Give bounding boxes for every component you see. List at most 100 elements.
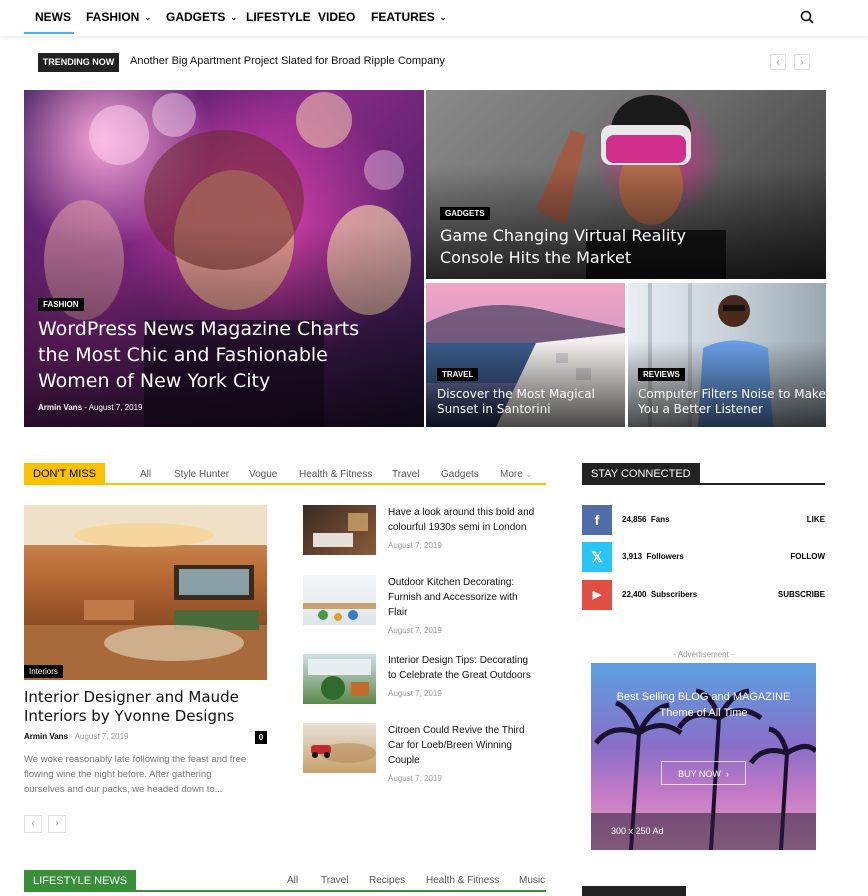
hero-category-badge[interactable]: GADGETS xyxy=(440,207,490,220)
social-row-facebook[interactable]: f 24,856 Fans LIKE xyxy=(582,505,825,537)
social-count-unit: Fans xyxy=(650,515,670,524)
nav-item-label: NEWS xyxy=(35,10,71,24)
social-row-youtube[interactable]: ▶ 22,400 Subscribers SUBSCRIBE xyxy=(582,580,825,612)
nav-item-video[interactable]: VIDEO xyxy=(318,0,355,34)
dont-miss-next-button[interactable]: › xyxy=(48,815,66,833)
dont-miss-main-title[interactable]: Interior Designer and Maude Interiors by… xyxy=(24,688,264,726)
advertisement-banner[interactable]: Best Selling BLOG and MAGAZINE Theme of … xyxy=(591,663,816,850)
filter-health-fitness[interactable]: Health & Fitness xyxy=(299,469,372,480)
filter-all[interactable]: All xyxy=(140,469,151,480)
hero-tile-travel[interactable]: TRAVEL Discover the Most Magical Sunset … xyxy=(426,283,625,427)
filter-more[interactable]: More ⌄ xyxy=(500,469,532,480)
dont-miss-category-badge[interactable]: Interiors xyxy=(24,665,63,678)
kitchen-thumbnail xyxy=(303,603,376,621)
social-count: 24,856 Fans xyxy=(622,515,670,524)
lifestyle-news-label: LIFESTYLE NEWS xyxy=(24,870,137,892)
filter-gadgets[interactable]: Gadgets xyxy=(441,469,479,480)
hero-title[interactable]: WordPress News Magazine Charts the Most … xyxy=(38,316,359,394)
excerpt-line: ourselves and our packs, we headed down … xyxy=(24,784,223,795)
list-item-title[interactable]: Citroen Could Revive the Third Car for L… xyxy=(388,723,548,768)
like-button[interactable]: LIKE xyxy=(807,515,825,524)
filter-recipes[interactable]: Recipes xyxy=(369,875,405,886)
list-item-thumbnail[interactable] xyxy=(303,505,376,555)
list-item-title[interactable]: Interior Design Tips: Decorating to Cele… xyxy=(388,653,548,683)
nav-item-news[interactable]: NEWS xyxy=(35,0,71,34)
hero-title[interactable]: Computer Filters Noise to Make You a Bet… xyxy=(638,387,826,417)
nav-item-features[interactable]: FEATURES ⌄ xyxy=(371,0,446,34)
list-item-date: August 7, 2019 xyxy=(388,626,442,635)
trending-prev-button[interactable]: ‹ xyxy=(770,54,786,70)
active-indicator xyxy=(24,32,74,34)
subscribe-button[interactable]: SUBSCRIBE xyxy=(778,590,825,599)
list-item-title[interactable]: Have a look around this bold and colourf… xyxy=(388,505,548,535)
filter-style-hunter[interactable]: Style Hunter xyxy=(174,469,229,480)
hero-title-line: Computer Filters Noise to Make xyxy=(638,387,826,401)
chevron-down-icon: ⌄ xyxy=(525,470,533,479)
nav-item-lifestyle[interactable]: LIFESTYLE xyxy=(246,0,311,34)
title-line: Interior Design Tips: Decorating xyxy=(388,655,529,666)
title-line: colourful 1930s semi in London xyxy=(388,522,527,533)
list-item-title[interactable]: Outdoor Kitchen Decorating: Furnish and … xyxy=(388,575,548,620)
dont-miss-main-image[interactable]: Interiors xyxy=(24,505,267,680)
trending-next-button[interactable]: › xyxy=(794,54,810,70)
dont-miss-label: DON'T MISS xyxy=(24,463,106,485)
hero-category-badge[interactable]: REVIEWS xyxy=(638,368,685,381)
social-row-x[interactable]: 𝕏 3,913 Followers FOLLOW xyxy=(582,542,825,574)
filter-all[interactable]: All xyxy=(287,875,298,886)
title-line: Furnish and Accessorize with xyxy=(388,592,518,603)
chevron-right-icon: › xyxy=(725,769,729,779)
x-icon[interactable]: 𝕏 xyxy=(582,542,612,572)
list-item-thumbnail[interactable] xyxy=(303,654,376,704)
ad-subheadline: Theme of All Time xyxy=(659,707,748,719)
social-count-unit: Followers xyxy=(646,552,684,561)
hero-title[interactable]: Game Changing Virtual Reality Console Hi… xyxy=(440,225,686,269)
dont-miss-prev-button[interactable]: ‹ xyxy=(24,815,42,833)
buy-now-button[interactable]: BUY NOW › xyxy=(661,761,746,785)
hero-tile-main[interactable]: FASHION WordPress News Magazine Charts t… xyxy=(24,90,424,427)
title-line: Have a look around this bold and xyxy=(388,507,535,518)
hero-tile-reviews[interactable]: REVIEWS Computer Filters Noise to Make Y… xyxy=(628,283,826,427)
nav-item-gadgets[interactable]: GADGETS ⌄ xyxy=(166,0,237,34)
list-item-thumbnail[interactable] xyxy=(303,723,376,773)
hero-title-line: Sunset in Santorini xyxy=(437,402,551,416)
author-name[interactable]: Armin Vans xyxy=(38,403,82,412)
trending-now-badge: TRENDING NOW xyxy=(38,53,119,72)
nav-item-label: LIFESTYLE xyxy=(246,10,311,24)
filter-travel[interactable]: Travel xyxy=(392,469,419,480)
hero-title-line: You a Better Listener xyxy=(638,402,764,416)
interior-image xyxy=(24,505,267,680)
hero-title[interactable]: Discover the Most Magical Sunset in Sant… xyxy=(437,387,595,417)
social-count-value: 24,856 xyxy=(622,515,647,524)
buy-now-label: BUY NOW xyxy=(678,769,721,779)
filter-health-fitness[interactable]: Health & Fitness xyxy=(426,875,499,886)
dont-miss-main-meta: Armin Vans - August 7, 2019 xyxy=(24,732,129,741)
nav-item-fashion[interactable]: FASHION ⌄ xyxy=(86,0,151,34)
list-item-thumbnail[interactable] xyxy=(303,575,376,625)
filter-vogue[interactable]: Vogue xyxy=(249,469,277,480)
ad-headline: Best Selling BLOG and MAGAZINE xyxy=(616,691,791,703)
hero-title-line: the Most Chic and Fashionable xyxy=(38,344,328,366)
hero-tile-gadgets[interactable]: GADGETS Game Changing Virtual Reality Co… xyxy=(426,90,826,279)
filter-more-label: More xyxy=(500,469,523,480)
author-name[interactable]: Armin Vans xyxy=(24,732,68,741)
follow-button[interactable]: FOLLOW xyxy=(790,552,825,561)
nav-item-label: FEATURES xyxy=(371,10,435,24)
comment-count-badge[interactable]: 0 xyxy=(255,731,267,744)
filter-music[interactable]: Music xyxy=(519,875,545,886)
search-icon[interactable] xyxy=(800,10,814,24)
youtube-icon[interactable]: ▶ xyxy=(582,580,612,610)
title-line: Interiors by Yvonne Designs xyxy=(24,707,235,725)
rally-car-thumbnail xyxy=(311,743,376,763)
nav-item-label: VIDEO xyxy=(318,10,356,24)
post-date: August 7, 2019 xyxy=(74,732,129,741)
social-count: 22,400 Subscribers xyxy=(622,590,697,599)
trending-headline[interactable]: Another Big Apartment Project Slated for… xyxy=(130,55,445,67)
filter-travel[interactable]: Travel xyxy=(321,875,348,886)
hero-category-badge[interactable]: FASHION xyxy=(38,298,84,311)
hero-category-badge[interactable]: TRAVEL xyxy=(437,368,479,381)
social-count-value: 22,400 xyxy=(622,590,647,599)
excerpt-line: flowing wine the night before. After gat… xyxy=(24,769,212,780)
hero-title-line: Game Changing Virtual Reality xyxy=(440,226,687,245)
facebook-icon[interactable]: f xyxy=(582,505,612,535)
hero-title-line: Discover the Most Magical xyxy=(437,387,595,401)
